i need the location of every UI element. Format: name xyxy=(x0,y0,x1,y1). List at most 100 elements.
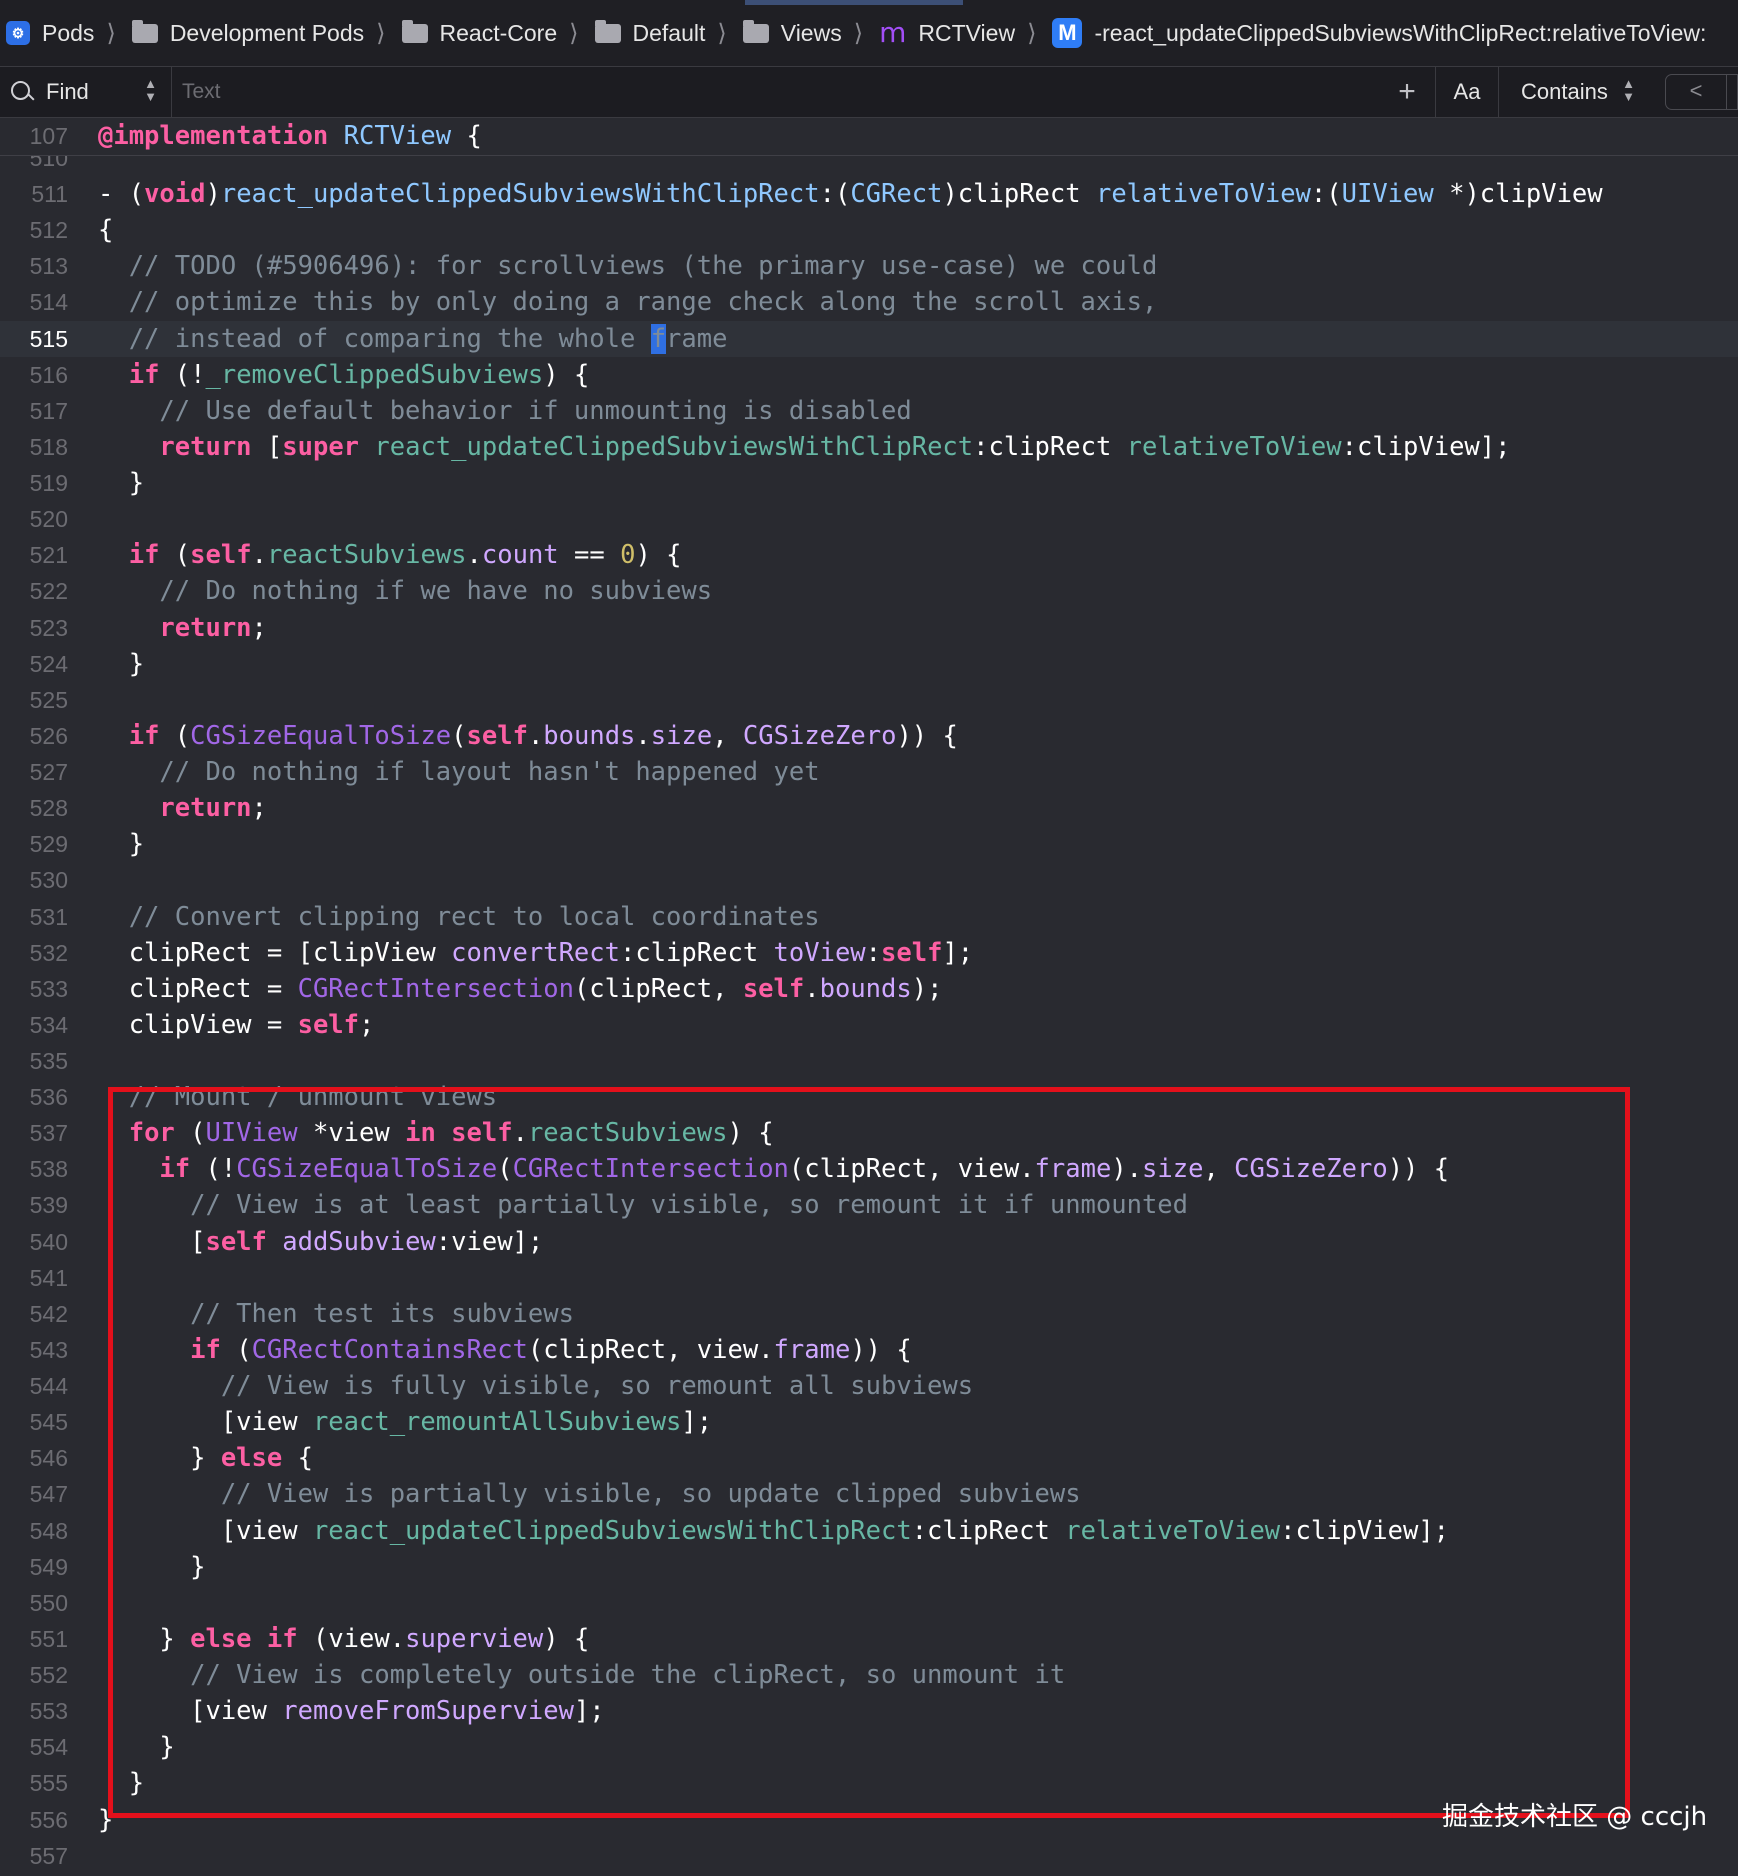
breadcrumb-item[interactable]: M -react_updateClippedSubviewsWithClipRec… xyxy=(1052,0,1706,66)
code-line[interactable]: 107 @implementation RCTView { xyxy=(0,118,1738,154)
code-token: CGRectIntersection xyxy=(297,974,574,1004)
code-token: reactSubviews xyxy=(266,540,467,570)
line-number: 536 xyxy=(29,1084,68,1110)
code-token: - ( xyxy=(98,179,145,209)
current-code-line[interactable]: 515 // instead of comparing the whole fr… xyxy=(0,321,1738,357)
breadcrumb-item[interactable]: Default xyxy=(594,0,705,66)
line-source: { xyxy=(98,212,113,248)
match-case-button[interactable]: Aa xyxy=(1435,67,1499,117)
code-token: ) { xyxy=(543,360,590,390)
code-token: relativeToView xyxy=(1095,179,1311,209)
code-token: . xyxy=(251,540,267,570)
code-line[interactable]: 524 } xyxy=(0,646,1738,682)
find-input[interactable] xyxy=(172,66,1379,118)
line-number: 513 xyxy=(29,253,68,279)
code-line[interactable]: 521 if (self.reactSubviews.count == 0) { xyxy=(0,537,1738,573)
breadcrumb-item[interactable]: ⚙ Pods xyxy=(6,0,94,66)
sticky-scope-header[interactable]: 107 @implementation RCTView { xyxy=(0,118,1738,156)
previous-match-button[interactable]: < xyxy=(1665,74,1727,110)
code-token: // Do nothing if we have no subviews xyxy=(98,576,713,606)
code-token: RCTView xyxy=(343,121,452,151)
find-mode-label: Find xyxy=(46,79,89,104)
code-line[interactable]: 534 clipView = self; xyxy=(0,1007,1738,1043)
line-number: 533 xyxy=(29,976,68,1002)
line-number: 537 xyxy=(29,1120,68,1146)
breadcrumb-label: -react_updateClippedSubviewsWithClipRect… xyxy=(1094,19,1707,46)
line-number: 531 xyxy=(29,904,68,930)
code-token: :clipRect xyxy=(620,938,774,968)
code-token: . xyxy=(804,974,820,1004)
line-number: 519 xyxy=(29,470,68,496)
line-number: 552 xyxy=(29,1662,68,1688)
code-token: CGSizeZero xyxy=(742,721,897,751)
code-token: if xyxy=(128,721,160,751)
code-line[interactable]: 557 xyxy=(0,1838,1738,1874)
code-line[interactable]: 531 // Convert clipping rect to local co… xyxy=(0,899,1738,935)
line-number: 550 xyxy=(29,1590,68,1616)
breadcrumb-item[interactable]: Views xyxy=(742,0,842,66)
code-line[interactable]: 517 // Use default behavior if unmountin… xyxy=(0,393,1738,429)
code-line[interactable]: 513 // TODO (#5906496): for scrollviews … xyxy=(0,248,1738,284)
line-number: 540 xyxy=(29,1229,68,1255)
code-token: // Convert clipping rect to local coordi… xyxy=(98,902,820,932)
add-pattern-button[interactable]: + xyxy=(1379,75,1435,109)
code-line[interactable]: 533 clipRect = CGRectIntersection(clipRe… xyxy=(0,971,1738,1007)
code-line[interactable]: 529 } xyxy=(0,826,1738,862)
chevron-right-icon: ⟩ xyxy=(106,19,116,47)
code-token: { xyxy=(451,121,482,151)
code-line[interactable]: 514 // optimize this by only doing a ran… xyxy=(0,284,1738,320)
breadcrumb-item[interactable]: Development Pods xyxy=(131,0,364,66)
line-source: // optimize this by only doing a range c… xyxy=(98,284,1158,320)
code-line[interactable]: 523 return; xyxy=(0,610,1738,646)
line-number: 548 xyxy=(29,1518,68,1544)
code-token: . xyxy=(635,721,651,751)
code-token: UIView xyxy=(1341,179,1434,209)
code-token: // Do nothing if layout hasn't happened … xyxy=(98,757,820,787)
code-line[interactable]: 516 if (!_removeClippedSubviews) { xyxy=(0,357,1738,393)
line-number: 528 xyxy=(29,795,68,821)
app-icon: ⚙ xyxy=(6,21,30,45)
line-source: if (!_removeClippedSubviews) { xyxy=(98,357,590,393)
code-line[interactable]: 527 // Do nothing if layout hasn't happe… xyxy=(0,754,1738,790)
line-number: 527 xyxy=(29,759,68,785)
code-line[interactable]: 525 xyxy=(0,682,1738,718)
line-number: 525 xyxy=(29,687,68,713)
breadcrumb-item[interactable]: React-Core xyxy=(401,0,558,66)
code-line[interactable]: 528 return; xyxy=(0,790,1738,826)
code-line[interactable]: 519 } xyxy=(0,465,1738,501)
next-match-button[interactable] xyxy=(1727,74,1738,110)
line-number: 524 xyxy=(29,651,68,677)
line-source: } xyxy=(98,826,144,862)
code-line[interactable]: 511 - (void)react_updateClippedSubviewsWi… xyxy=(0,176,1738,212)
breadcrumb-label: Pods xyxy=(42,19,95,46)
code-line[interactable]: 520 xyxy=(0,501,1738,537)
code-line[interactable]: 535 xyxy=(0,1043,1738,1079)
code-line[interactable]: 512 { xyxy=(0,212,1738,248)
code-token: } xyxy=(98,649,145,679)
code-line[interactable]: 532 clipRect = [clipView convertRect:cli… xyxy=(0,935,1738,971)
line-source: @implementation RCTView { xyxy=(98,118,482,154)
folder-icon xyxy=(742,19,769,43)
line-number: 511 xyxy=(31,181,68,207)
line-source: return; xyxy=(98,610,266,646)
code-token: bounds xyxy=(543,721,636,751)
chevron-right-icon: ⟩ xyxy=(1027,19,1037,47)
breadcrumb-label: React-Core xyxy=(439,19,558,46)
line-number: 534 xyxy=(29,1012,68,1038)
code-line[interactable]: 530 xyxy=(0,862,1738,898)
code-line[interactable]: 518 return [super react_updateClippedSub… xyxy=(0,429,1738,465)
find-bar: Find ▲▼ + Aa Contains ▲▼ < xyxy=(0,66,1738,118)
breadcrumb-item[interactable]: m RCTView xyxy=(879,0,1015,66)
find-mode-selector[interactable]: Find ▲ ▼ xyxy=(0,67,172,117)
chevron-right-icon: ⟩ xyxy=(853,19,864,47)
code-line[interactable]: 526 if (CGSizeEqualToSize(self.bounds.si… xyxy=(0,718,1738,754)
code-line[interactable]: 522 // Do nothing if we have no subviews xyxy=(0,573,1738,609)
line-number: 520 xyxy=(29,506,68,532)
line-number: 512 xyxy=(29,217,68,243)
code-token: :( xyxy=(1310,179,1342,209)
match-mode-select[interactable]: Contains ▲ ▼ xyxy=(1499,67,1655,117)
line-number: 544 xyxy=(29,1373,68,1399)
